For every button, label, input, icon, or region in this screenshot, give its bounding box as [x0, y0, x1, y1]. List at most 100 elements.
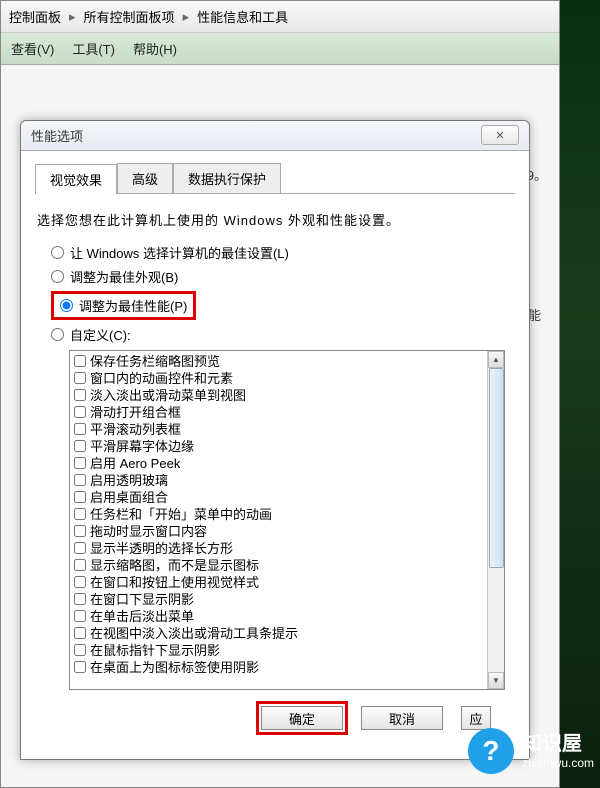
question-icon: ? [468, 728, 514, 774]
check-item[interactable]: 启用 Aero Peek [74, 455, 482, 472]
chevron-right-icon: ▸ [69, 9, 76, 25]
radio-input[interactable] [51, 270, 64, 283]
check-label: 启用透明玻璃 [90, 472, 168, 489]
check-label: 淡入淡出或滑动菜单到视图 [90, 387, 246, 404]
dialog-buttons: 确定 取消 应 [35, 690, 515, 746]
check-item[interactable]: 在鼠标指针下显示阴影 [74, 642, 482, 659]
menu-tools[interactable]: 工具(T) [72, 39, 115, 58]
chevron-right-icon: ▸ [183, 9, 190, 25]
checkbox-input[interactable] [74, 542, 86, 554]
check-item[interactable]: 任务栏和「开始」菜单中的动画 [74, 506, 482, 523]
check-label: 窗口内的动画控件和元素 [90, 370, 233, 387]
cancel-button[interactable]: 取消 [361, 706, 443, 730]
check-item[interactable]: 在窗口和按钮上使用视觉样式 [74, 574, 482, 591]
check-item[interactable]: 在单击后淡出菜单 [74, 608, 482, 625]
checkbox-input[interactable] [74, 627, 86, 639]
watermark-name: 知识屋 [522, 732, 594, 756]
breadcrumb-item[interactable]: 性能信息和工具 [197, 7, 288, 26]
close-icon: ✕ [495, 129, 504, 142]
checkbox-input[interactable] [74, 423, 86, 435]
checkbox-input[interactable] [74, 372, 86, 384]
check-label: 滑动打开组合框 [90, 404, 181, 421]
checkbox-input[interactable] [74, 593, 86, 605]
checklist[interactable]: 保存任务栏缩略图预览窗口内的动画控件和元素淡入淡出或滑动菜单到视图滑动打开组合框… [70, 351, 486, 689]
checkbox-input[interactable] [74, 610, 86, 622]
watermark-text: 知识屋 zhishiwu.com [522, 732, 594, 770]
performance-options-dialog: 性能选项 ✕ 视觉效果 高级 数据执行保护 选择您想在此计算机上使用的 Wind… [20, 120, 530, 760]
radio-best-appearance[interactable]: 调整为最佳外观(B) [51, 267, 515, 286]
radio-label[interactable]: 调整为最佳性能(P) [79, 296, 187, 315]
check-item[interactable]: 在窗口下显示阴影 [74, 591, 482, 608]
highlight-box: 调整为最佳性能(P) [51, 291, 196, 320]
check-item[interactable]: 滑动打开组合框 [74, 404, 482, 421]
radio-input[interactable] [51, 328, 64, 341]
check-label: 在视图中淡入淡出或滑动工具条提示 [90, 625, 298, 642]
background-strip [560, 0, 600, 788]
check-item[interactable]: 窗口内的动画控件和元素 [74, 370, 482, 387]
check-label: 任务栏和「开始」菜单中的动画 [90, 506, 272, 523]
menu-help[interactable]: 帮助(H) [133, 39, 177, 58]
check-item[interactable]: 平滑滚动列表框 [74, 421, 482, 438]
check-item[interactable]: 保存任务栏缩略图预览 [74, 353, 482, 370]
check-label: 在窗口和按钮上使用视觉样式 [90, 574, 259, 591]
watermark: ? 知识屋 zhishiwu.com [468, 728, 594, 774]
checkbox-input[interactable] [74, 389, 86, 401]
check-label: 启用桌面组合 [90, 489, 168, 506]
check-item[interactable]: 在桌面上为图标标签使用阴影 [74, 659, 482, 676]
bg-content: 1.0 到 7.9。 性能 [1, 65, 559, 105]
menu-view[interactable]: 查看(V) [11, 39, 54, 58]
tab-advanced[interactable]: 高级 [117, 163, 173, 193]
radio-input[interactable] [60, 299, 73, 312]
tab-dep[interactable]: 数据执行保护 [173, 163, 281, 193]
check-label: 启用 Aero Peek [90, 455, 180, 472]
check-item[interactable]: 在视图中淡入淡出或滑动工具条提示 [74, 625, 482, 642]
check-label: 拖动时显示窗口内容 [90, 523, 207, 540]
radio-input[interactable] [51, 246, 64, 259]
ok-button[interactable]: 确定 [261, 706, 343, 730]
breadcrumb-item[interactable]: 所有控制面板项 [84, 7, 175, 26]
checkbox-input[interactable] [74, 474, 86, 486]
checkbox-input[interactable] [74, 406, 86, 418]
description-text: 选择您想在此计算机上使用的 Windows 外观和性能设置。 [37, 210, 513, 229]
scroll-up-icon[interactable]: ▲ [488, 351, 504, 368]
breadcrumb[interactable]: 控制面板 ▸ 所有控制面板项 ▸ 性能信息和工具 [1, 1, 559, 33]
checkbox-input[interactable] [74, 525, 86, 537]
check-label: 显示半透明的选择长方形 [90, 540, 233, 557]
checkbox-input[interactable] [74, 491, 86, 503]
close-button[interactable]: ✕ [481, 125, 519, 145]
apply-button[interactable]: 应 [461, 706, 491, 730]
check-item[interactable]: 启用桌面组合 [74, 489, 482, 506]
dialog-body: 视觉效果 高级 数据执行保护 选择您想在此计算机上使用的 Windows 外观和… [21, 151, 529, 746]
check-label: 在鼠标指针下显示阴影 [90, 642, 220, 659]
checklist-container: 保存任务栏缩略图预览窗口内的动画控件和元素淡入淡出或滑动菜单到视图滑动打开组合框… [69, 350, 505, 690]
scrollbar[interactable]: ▲ ▼ [487, 351, 504, 689]
checkbox-input[interactable] [74, 355, 86, 367]
check-item[interactable]: 平滑屏幕字体边缘 [74, 438, 482, 455]
checkbox-input[interactable] [74, 508, 86, 520]
radio-label: 让 Windows 选择计算机的最佳设置(L) [70, 243, 289, 262]
check-label: 在单击后淡出菜单 [90, 608, 194, 625]
radio-label: 自定义(C): [70, 325, 131, 344]
dialog-titlebar[interactable]: 性能选项 ✕ [21, 121, 529, 151]
menubar: 查看(V) 工具(T) 帮助(H) [1, 33, 559, 65]
tab-visual-effects[interactable]: 视觉效果 [35, 164, 117, 194]
radio-let-windows[interactable]: 让 Windows 选择计算机的最佳设置(L) [51, 243, 515, 262]
checkbox-input[interactable] [74, 457, 86, 469]
radio-custom[interactable]: 自定义(C): [51, 325, 515, 344]
check-item[interactable]: 显示缩略图，而不是显示图标 [74, 557, 482, 574]
checkbox-input[interactable] [74, 661, 86, 673]
check-label: 在桌面上为图标标签使用阴影 [90, 659, 259, 676]
check-item[interactable]: 拖动时显示窗口内容 [74, 523, 482, 540]
checkbox-input[interactable] [74, 440, 86, 452]
check-item[interactable]: 启用透明玻璃 [74, 472, 482, 489]
checkbox-input[interactable] [74, 644, 86, 656]
scroll-down-icon[interactable]: ▼ [488, 672, 504, 689]
radio-group: 让 Windows 选择计算机的最佳设置(L) 调整为最佳外观(B) 调整为最佳… [51, 243, 515, 344]
scroll-thumb[interactable] [489, 368, 504, 568]
check-item[interactable]: 淡入淡出或滑动菜单到视图 [74, 387, 482, 404]
checkbox-input[interactable] [74, 559, 86, 571]
watermark-url: zhishiwu.com [522, 756, 594, 770]
breadcrumb-item[interactable]: 控制面板 [9, 7, 61, 26]
check-item[interactable]: 显示半透明的选择长方形 [74, 540, 482, 557]
checkbox-input[interactable] [74, 576, 86, 588]
